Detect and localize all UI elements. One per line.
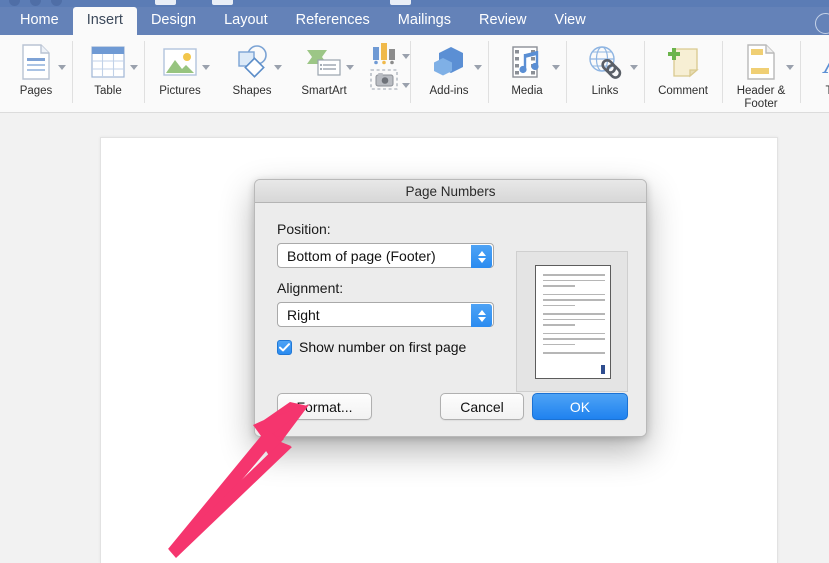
table-icon xyxy=(72,40,144,84)
tab-layout[interactable]: Layout xyxy=(210,7,282,35)
chevron-down-icon[interactable] xyxy=(786,65,794,70)
dialog-body: Position: Bottom of page (Footer) Alignm… xyxy=(255,203,646,436)
toolbar-glyph-2 xyxy=(212,0,233,5)
cancel-button[interactable]: Cancel xyxy=(440,393,524,420)
tab-design[interactable]: Design xyxy=(137,7,210,35)
format-button[interactable]: Format... xyxy=(277,393,372,420)
dialog-title: Page Numbers xyxy=(255,180,646,203)
chevron-down-icon[interactable] xyxy=(402,83,410,88)
chart-icon xyxy=(360,40,410,66)
ok-button[interactable]: OK xyxy=(532,393,628,420)
ribbon-tab-bar: Home Insert Design Layout References Mai… xyxy=(0,7,829,35)
svg-text:A: A xyxy=(822,45,829,79)
links-icon xyxy=(566,40,644,84)
chevron-down-icon[interactable] xyxy=(130,65,138,70)
minimize-icon[interactable] xyxy=(30,0,41,6)
smartart-icon xyxy=(288,40,360,84)
ribbon-button-shapes[interactable]: Shapes xyxy=(216,35,288,98)
pages-icon xyxy=(0,40,72,84)
zoom-icon[interactable] xyxy=(51,0,62,6)
chevron-down-icon[interactable] xyxy=(630,65,638,70)
ribbon-button-comment[interactable]: Comment xyxy=(644,35,722,98)
ribbon-label-text: Text xyxy=(825,85,829,97)
ribbon-label-links: Links xyxy=(591,85,619,97)
help-circle-icon[interactable] xyxy=(815,13,829,34)
dialog-button-row: Format... Cancel OK xyxy=(277,393,628,420)
ribbon-button-text[interactable]: A Text xyxy=(800,35,829,98)
ribbon-group-illustrations: Pictures Shapes SmartArt xyxy=(144,35,410,111)
ribbon-button-header-footer[interactable]: Header & Footer xyxy=(722,35,800,111)
page-preview xyxy=(516,251,628,392)
alignment-select[interactable]: Right xyxy=(277,302,494,327)
ribbon-tabs: Home Insert Design Layout References Mai… xyxy=(0,7,829,35)
addins-icon xyxy=(410,40,488,84)
ribbon-label-pictures: Pictures xyxy=(159,85,201,97)
alignment-select-value: Right xyxy=(287,306,320,323)
ribbon-button-links[interactable]: Links xyxy=(566,35,644,98)
close-icon[interactable] xyxy=(9,0,20,6)
position-stepper-icon[interactable] xyxy=(471,245,492,268)
ribbon-group-text: A Text xyxy=(800,35,829,111)
tab-view[interactable]: View xyxy=(541,7,600,35)
checkmark-icon[interactable] xyxy=(277,339,292,355)
ribbon-group-media: Media xyxy=(488,35,566,111)
ribbon-label-pages: Pages xyxy=(19,85,53,97)
toolbar-glyph-1 xyxy=(155,0,176,5)
shapes-icon xyxy=(216,40,288,84)
ribbon-label-comment: Comment xyxy=(658,85,708,97)
ribbon-button-pictures[interactable]: Pictures xyxy=(144,35,216,98)
preview-page-number-marker xyxy=(601,365,605,374)
ribbon-button-smartart[interactable]: SmartArt xyxy=(288,35,360,98)
toolbar-glyph-3 xyxy=(390,0,411,5)
ribbon-group-pages: Pages xyxy=(0,35,72,111)
chevron-down-icon[interactable] xyxy=(202,65,210,70)
position-select-value: Bottom of page (Footer) xyxy=(287,247,436,264)
chevron-down-icon[interactable] xyxy=(274,65,282,70)
preview-page-sheet xyxy=(535,265,611,379)
ribbon-button-addins[interactable]: Add-ins xyxy=(410,35,488,98)
chevron-down-icon[interactable] xyxy=(552,65,560,70)
preview-text-lines xyxy=(543,274,605,358)
tab-review[interactable]: Review xyxy=(465,7,541,35)
ribbon-label-header-footer: Header & Footer xyxy=(736,85,786,110)
header-footer-icon xyxy=(722,40,800,84)
page-numbers-dialog: Page Numbers Position: Bottom of page (F… xyxy=(254,179,647,437)
text-icon: A xyxy=(800,40,829,84)
ribbon-group-header-footer: Header & Footer xyxy=(722,35,800,111)
ribbon-group-addins: Add-ins xyxy=(410,35,488,111)
chevron-down-icon[interactable] xyxy=(346,65,354,70)
ribbon-group-table: Table xyxy=(72,35,144,111)
ribbon-label-media: Media xyxy=(511,85,543,97)
tab-mailings[interactable]: Mailings xyxy=(384,7,465,35)
ribbon-label-table: Table xyxy=(94,85,122,97)
chevron-down-icon[interactable] xyxy=(402,54,410,59)
ribbon-group-links: Links xyxy=(566,35,644,111)
screenshot-icon[interactable] xyxy=(360,67,410,93)
media-icon xyxy=(488,40,566,84)
tab-references[interactable]: References xyxy=(282,7,384,35)
ribbon-label-shapes: Shapes xyxy=(232,85,272,97)
ribbon-button-pages[interactable]: Pages xyxy=(0,35,72,98)
ribbon-button-chart[interactable] xyxy=(360,35,410,93)
position-select[interactable]: Bottom of page (Footer) xyxy=(277,243,494,268)
chevron-down-icon[interactable] xyxy=(474,65,482,70)
tab-home[interactable]: Home xyxy=(6,7,73,35)
ribbon-button-table[interactable]: Table xyxy=(72,35,144,98)
pictures-icon xyxy=(144,40,216,84)
alignment-stepper-icon[interactable] xyxy=(471,304,492,327)
tab-insert[interactable]: Insert xyxy=(72,7,137,35)
comment-icon xyxy=(644,40,722,84)
ribbon-label-addins: Add-ins xyxy=(429,85,469,97)
ribbon-group-comment: Comment xyxy=(644,35,722,111)
show-number-first-page-label: Show number on first page xyxy=(299,339,467,355)
window-title-strip xyxy=(0,0,829,7)
ribbon-label-smartart: SmartArt xyxy=(301,85,347,97)
position-label: Position: xyxy=(277,221,331,237)
word-app-window: Home Insert Design Layout References Mai… xyxy=(0,0,829,563)
chevron-down-icon[interactable] xyxy=(58,65,66,70)
ribbon-toolbar: Pages Table Pictures Shapes SmartArt Add… xyxy=(0,35,829,113)
ribbon-button-media[interactable]: Media xyxy=(488,35,566,98)
